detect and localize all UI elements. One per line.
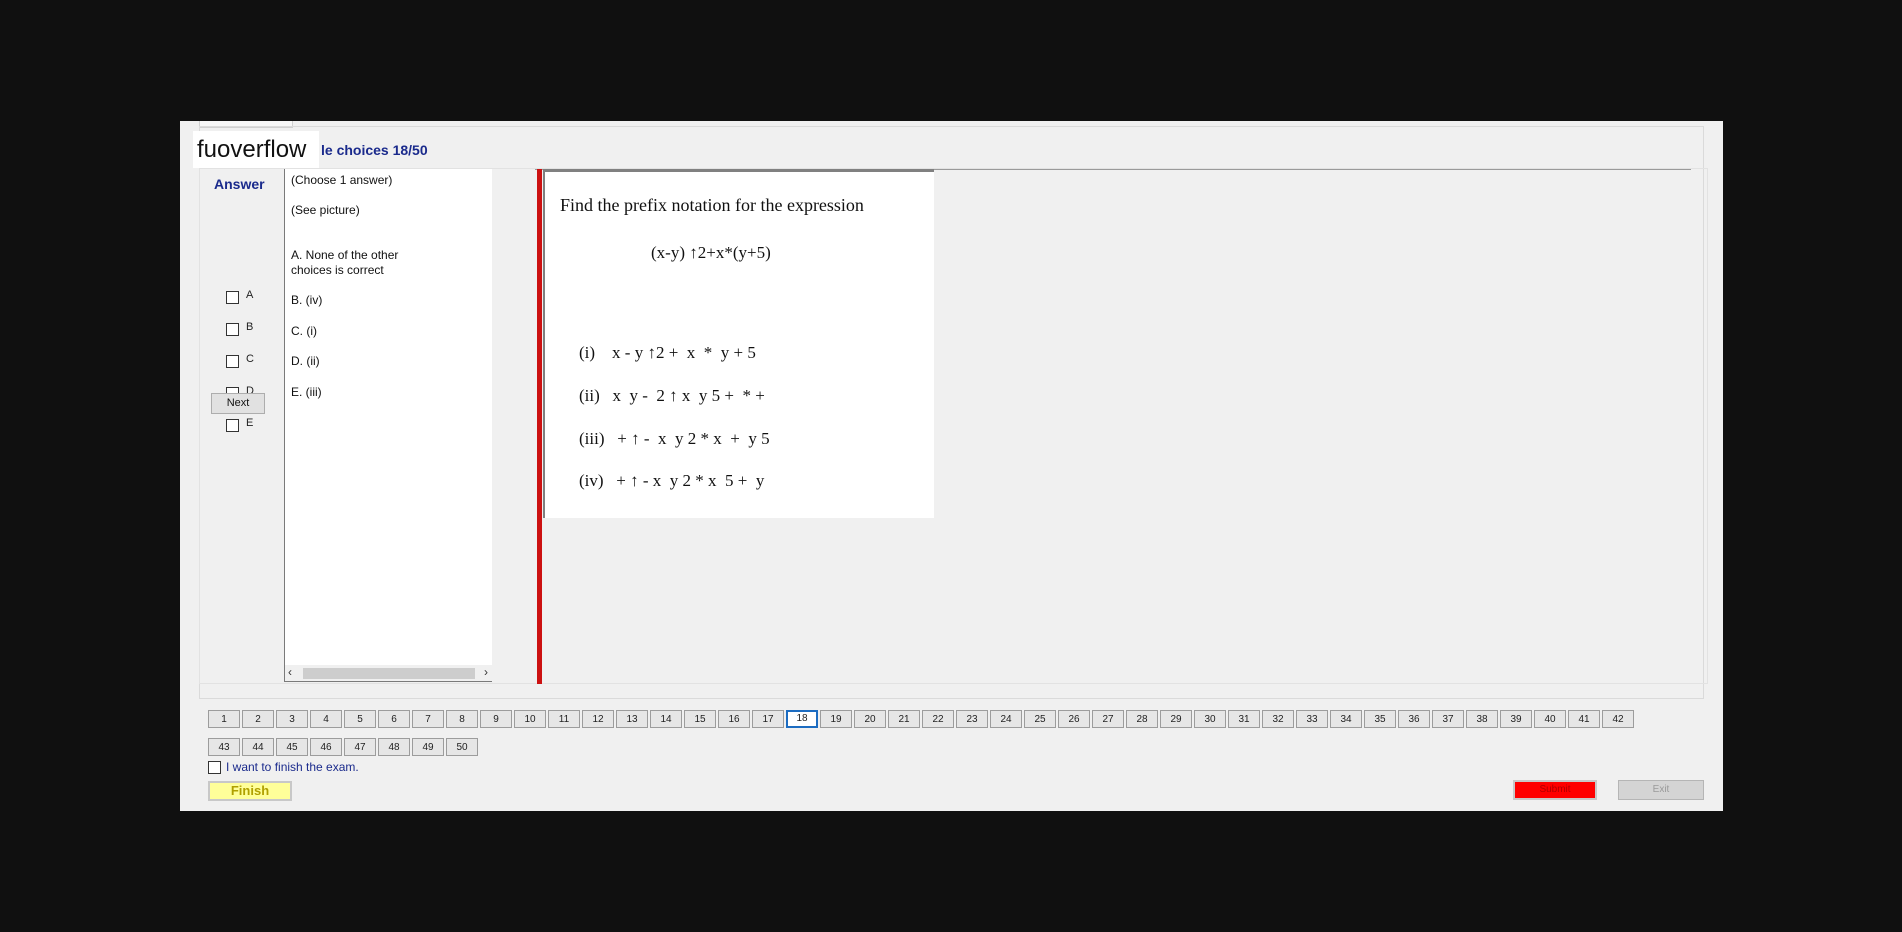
choose-instruction: (Choose 1 answer): [291, 173, 393, 187]
question-nav-button[interactable]: 49: [412, 738, 444, 756]
submit-button[interactable]: Submit: [1513, 780, 1597, 800]
option-i: (i) x - y ↑2 + x * y + 5: [579, 343, 756, 362]
question-nav-button[interactable]: 8: [446, 710, 478, 728]
horizontal-scrollbar[interactable]: ‹ ›: [285, 665, 492, 681]
question-nav-button[interactable]: 24: [990, 710, 1022, 728]
question-nav-button[interactable]: 16: [718, 710, 750, 728]
finish-checkbox-label: I want to finish the exam.: [226, 760, 359, 774]
choice-a-line1: A. None of the other: [291, 248, 399, 262]
question-nav-button[interactable]: 18: [786, 710, 818, 728]
question-nav-button[interactable]: 14: [650, 710, 682, 728]
question-nav-button[interactable]: 37: [1432, 710, 1464, 728]
checkbox-c[interactable]: [226, 355, 239, 368]
question-text: Find the prefix notation for the express…: [560, 195, 864, 215]
question-nav-button[interactable]: 17: [752, 710, 784, 728]
choices-panel[interactable]: (Choose 1 answer) (See picture) A. None …: [284, 169, 492, 682]
question-nav-button[interactable]: 41: [1568, 710, 1600, 728]
question-nav-button[interactable]: 23: [956, 710, 988, 728]
question-nav-button[interactable]: 26: [1058, 710, 1090, 728]
expression: (x-y) ↑2+x*(y+5): [651, 243, 771, 262]
question-nav-button[interactable]: 5: [344, 710, 376, 728]
question-nav-button[interactable]: 11: [548, 710, 580, 728]
checkbox-e[interactable]: [226, 419, 239, 432]
option-ii: (ii) x y - 2 ↑ x y 5 + * +: [579, 386, 765, 405]
question-nav-button[interactable]: 34: [1330, 710, 1362, 728]
question-nav-button[interactable]: 32: [1262, 710, 1294, 728]
question-nav-button[interactable]: 42: [1602, 710, 1634, 728]
question-nav-button[interactable]: 12: [582, 710, 614, 728]
question-nav-button[interactable]: 22: [922, 710, 954, 728]
choice-b: B. (iv): [291, 293, 323, 307]
question-nav-button[interactable]: 4: [310, 710, 342, 728]
choice-d: D. (ii): [291, 354, 320, 368]
question-title: le choices 18/50: [321, 142, 428, 158]
question-nav-button[interactable]: 50: [446, 738, 478, 756]
question-nav-button[interactable]: 31: [1228, 710, 1260, 728]
question-nav-button[interactable]: 38: [1466, 710, 1498, 728]
question-nav-button[interactable]: 29: [1160, 710, 1192, 728]
option-iv: (iv) + ↑ - x y 2 * x 5 + y: [579, 471, 765, 490]
question-nav-button[interactable]: 15: [684, 710, 716, 728]
question-nav-button[interactable]: 36: [1398, 710, 1430, 728]
question-nav-button[interactable]: 40: [1534, 710, 1566, 728]
answer-option-label: E: [246, 417, 254, 429]
splitter-bar[interactable]: [537, 169, 542, 684]
question-nav-button[interactable]: 46: [310, 738, 342, 756]
scroll-right-icon[interactable]: ›: [484, 665, 488, 679]
answer-option-label: B: [246, 321, 254, 333]
question-nav-button[interactable]: 39: [1500, 710, 1532, 728]
see-picture-text: (See picture): [291, 203, 360, 217]
question-nav-button[interactable]: 6: [378, 710, 410, 728]
scroll-thumb[interactable]: [303, 668, 475, 679]
checkbox-a[interactable]: [226, 291, 239, 304]
question-nav-button[interactable]: 43: [208, 738, 240, 756]
answer-label: Answer: [214, 176, 265, 192]
exit-button[interactable]: Exit: [1618, 780, 1704, 800]
watermark: fuoverflow: [193, 131, 319, 168]
answer-option-label: A: [246, 289, 254, 301]
question-nav-button[interactable]: 2: [242, 710, 274, 728]
next-button[interactable]: Next: [211, 393, 265, 414]
choice-c: C. (i): [291, 324, 317, 338]
option-iii: (iii) + ↑ - x y 2 * x + y 5: [579, 429, 770, 448]
question-nav-button[interactable]: 13: [616, 710, 648, 728]
question-nav-button[interactable]: 19: [820, 710, 852, 728]
scroll-left-icon[interactable]: ‹: [288, 665, 292, 679]
finish-checkbox[interactable]: [208, 761, 221, 774]
choice-a-line2: choices is correct: [291, 263, 384, 277]
question-nav-button[interactable]: 21: [888, 710, 920, 728]
question-nav-button[interactable]: 44: [242, 738, 274, 756]
question-nav-button[interactable]: 1: [208, 710, 240, 728]
finish-button[interactable]: Finish: [208, 781, 292, 801]
question-nav-button[interactable]: 7: [412, 710, 444, 728]
exam-window: fuoverflow le choices 18/50 Answer A B C…: [180, 121, 1723, 811]
choice-e: E. (iii): [291, 385, 322, 399]
question-nav-button[interactable]: 25: [1024, 710, 1056, 728]
answer-option-label: C: [246, 353, 254, 365]
question-nav-button[interactable]: 27: [1092, 710, 1124, 728]
question-nav-button[interactable]: 45: [276, 738, 308, 756]
question-nav-button[interactable]: 30: [1194, 710, 1226, 728]
question-nav-button[interactable]: 20: [854, 710, 886, 728]
question-nav-button[interactable]: 9: [480, 710, 512, 728]
question-nav-button[interactable]: 48: [378, 738, 410, 756]
question-nav-button[interactable]: 3: [276, 710, 308, 728]
question-nav-button[interactable]: 35: [1364, 710, 1396, 728]
question-picture: Find the prefix notation for the express…: [543, 169, 934, 518]
question-nav-button[interactable]: 47: [344, 738, 376, 756]
question-nav-button[interactable]: 33: [1296, 710, 1328, 728]
checkbox-b[interactable]: [226, 323, 239, 336]
question-nav-button[interactable]: 28: [1126, 710, 1158, 728]
question-nav-button[interactable]: 10: [514, 710, 546, 728]
